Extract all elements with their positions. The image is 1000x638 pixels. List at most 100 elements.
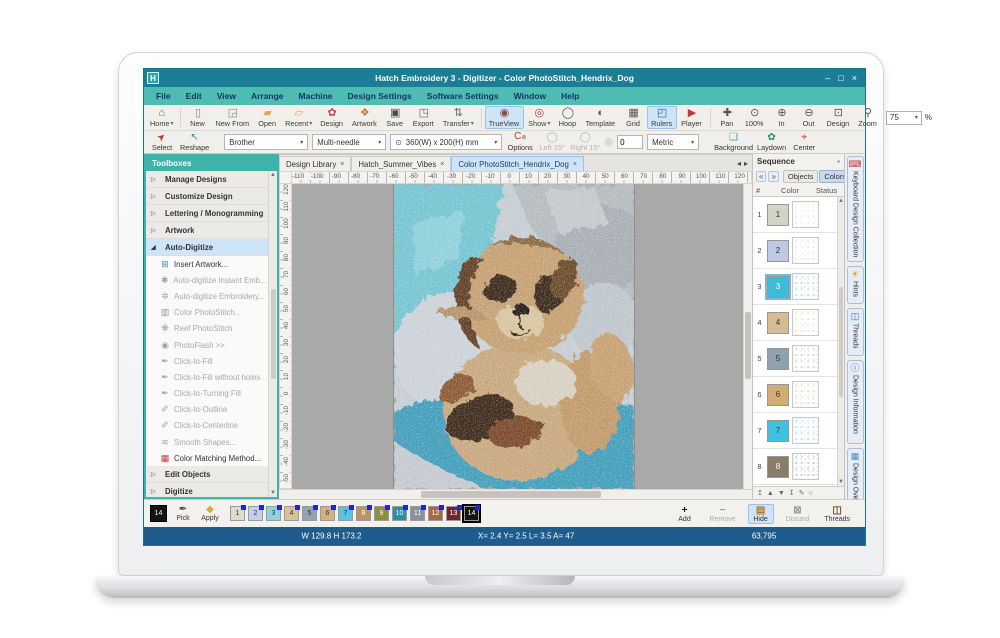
- docked-panel-tab[interactable]: ▦ Design Overview: [847, 448, 864, 499]
- scrollbar-thumb[interactable]: [839, 287, 843, 397]
- toolbar-button[interactable]: ◯ Hoop: [554, 106, 581, 129]
- center-button[interactable]: ⌖ Center: [790, 133, 818, 152]
- color-swatch[interactable]: 7: [767, 420, 789, 442]
- scroll-down-icon[interactable]: ▼: [838, 479, 844, 485]
- menu-item[interactable]: View: [217, 91, 236, 101]
- embroidery-design[interactable]: [394, 184, 634, 489]
- close-button[interactable]: ×: [852, 73, 857, 83]
- toolbar-button[interactable]: ⌂ Home▾: [146, 106, 177, 129]
- sequence-row[interactable]: 4 4: [753, 305, 837, 341]
- menu-item[interactable]: Window: [514, 91, 547, 101]
- sequence-row[interactable]: 5 5: [753, 341, 837, 377]
- scrollbar-thumb[interactable]: [271, 289, 276, 379]
- palette-swatch[interactable]: 8: [356, 506, 371, 521]
- document-tab[interactable]: Design Library ×: [279, 156, 351, 171]
- sequence-footer-button[interactable]: ▤ Hide: [748, 504, 774, 524]
- menu-item[interactable]: Edit: [186, 91, 202, 101]
- sequence-scrollbar[interactable]: ▲ ▼: [837, 197, 844, 486]
- sequence-footer-button[interactable]: − Remove: [707, 504, 739, 524]
- palette-swatch[interactable]: 11: [410, 506, 425, 521]
- scroll-up-icon[interactable]: ▲: [838, 198, 844, 204]
- toolbar-button[interactable]: ⊙ 100%: [741, 106, 769, 129]
- sidebar-scrollbar[interactable]: ▲ ▼: [268, 171, 277, 497]
- machine-type-select[interactable]: Multi-needle▾: [312, 134, 386, 150]
- document-tab[interactable]: Color PhotoStitch_Hendrix_Dog ×: [451, 156, 584, 171]
- object-thumbnail[interactable]: [792, 237, 819, 264]
- toolbox-item[interactable]: ✒ Click-to-Fill: [146, 353, 268, 369]
- close-icon[interactable]: ×: [340, 161, 344, 168]
- toolbox-item[interactable]: ▷ Customize Design: [146, 188, 268, 205]
- toolbar-button[interactable]: ▱ Recent▾: [281, 106, 316, 129]
- color-swatch[interactable]: 3: [767, 276, 789, 298]
- sequence-footer-button[interactable]: + Add: [672, 504, 698, 524]
- sequence-row[interactable]: 6 6: [753, 377, 837, 413]
- toolbox-item[interactable]: ▦ Color Matching Method...: [146, 450, 268, 466]
- palette-swatch[interactable]: 9: [374, 506, 389, 521]
- sequence-row[interactable]: 3 3: [753, 269, 837, 305]
- object-thumbnail[interactable]: [792, 273, 819, 300]
- toolbar-button[interactable]: ✚ Pan: [714, 106, 741, 129]
- toolbar-button[interactable]: ❖ Artwork: [348, 106, 382, 129]
- toolbar-button[interactable]: ⚲ Zoom: [854, 106, 882, 129]
- toolbar-button[interactable]: ◰ Rulers: [647, 106, 677, 129]
- toolbar-button[interactable]: ▣ Save: [382, 106, 409, 129]
- color-swatch[interactable]: 2: [767, 240, 789, 262]
- palette-swatch[interactable]: 13: [446, 506, 461, 521]
- toolbar-button[interactable]: ▶ Player: [677, 106, 707, 129]
- toolbar-button[interactable]: ◐ Template: [581, 106, 620, 129]
- sort-icon[interactable]: ▲: [767, 490, 774, 497]
- maximize-button[interactable]: □: [838, 73, 843, 83]
- sort-icon[interactable]: ○: [809, 490, 813, 497]
- rotate-right-button[interactable]: ◯ Right 15°: [570, 133, 600, 152]
- machine-brand-select[interactable]: Brother▾: [224, 134, 308, 150]
- options-button[interactable]: C⊚ Options: [506, 132, 534, 152]
- palette-swatch[interactable]: 14: [464, 506, 479, 521]
- sequence-row[interactable]: 7 7: [753, 413, 837, 449]
- palette-swatch[interactable]: 7: [338, 506, 353, 521]
- toolbox-item[interactable]: ✱ Auto-digitize Instant Embroi...: [146, 272, 268, 288]
- menu-item[interactable]: File: [156, 91, 171, 101]
- toolbar-button[interactable]: ▯ New: [184, 106, 211, 129]
- toolbar-button[interactable]: ⇅ Transfer▾: [439, 106, 478, 129]
- zoom-level-select[interactable]: 75 ▾: [886, 111, 922, 125]
- toolbar-button[interactable]: ◳ Export: [409, 106, 439, 129]
- toolbar-button[interactable]: ⊖ Out: [796, 106, 823, 129]
- sequence-footer-button[interactable]: ⊠ Discard: [783, 504, 813, 524]
- sort-icon[interactable]: ▼: [778, 490, 785, 497]
- toolbox-item[interactable]: ▷ Digitize: [146, 483, 268, 497]
- object-thumbnail[interactable]: [792, 201, 819, 228]
- units-select[interactable]: Metric▾: [647, 134, 699, 150]
- scrollbar-thumb[interactable]: [745, 312, 751, 379]
- palette-swatch[interactable]: 12: [428, 506, 443, 521]
- color-swatch[interactable]: 6: [767, 384, 789, 406]
- palette-swatch[interactable]: 4: [284, 506, 299, 521]
- document-tab[interactable]: Hatch_Summer_Vibes ×: [351, 156, 451, 171]
- object-thumbnail[interactable]: [792, 309, 819, 336]
- toolbox-item[interactable]: ✒ Click-to-Fill without holes: [146, 369, 268, 385]
- toolbar-button[interactable]: ⊡ Design: [823, 106, 855, 129]
- menu-item[interactable]: Software Settings: [427, 91, 499, 101]
- canvas-vertical-scrollbar[interactable]: [743, 184, 752, 489]
- docked-panel-tab[interactable]: ◫ Threads: [847, 308, 864, 356]
- toolbar-button[interactable]: ◉ TrueView: [485, 106, 524, 129]
- toolbar-button[interactable]: ◲ New From: [211, 106, 254, 129]
- palette-swatch[interactable]: 3: [266, 506, 281, 521]
- palette-swatch[interactable]: 5: [302, 506, 317, 521]
- palette-swatch[interactable]: 6: [320, 506, 335, 521]
- toolbox-item[interactable]: ▷ Manage Designs: [146, 171, 268, 188]
- sequence-footer-button[interactable]: ◫ Threads: [821, 504, 853, 524]
- object-thumbnail[interactable]: [792, 345, 819, 372]
- sequence-tab[interactable]: Objects: [783, 170, 818, 183]
- toolbar-button[interactable]: ⊕ In: [769, 106, 796, 129]
- current-color-swatch[interactable]: 14: [150, 505, 167, 522]
- pick-color-button[interactable]: ✒ Pick: [172, 505, 194, 522]
- object-thumbnail[interactable]: [792, 453, 819, 480]
- toolbox-item[interactable]: ✲ Auto-digitize Embroidery...: [146, 288, 268, 304]
- toolbox-item[interactable]: ✒ Click-to-Turning Fill: [146, 386, 268, 402]
- toolbox-item[interactable]: ❋ Reef PhotoStitch: [146, 321, 268, 337]
- design-canvas[interactable]: [292, 184, 743, 489]
- scrollbar-thumb[interactable]: [421, 491, 601, 498]
- menu-item[interactable]: Machine: [299, 91, 333, 101]
- palette-swatch[interactable]: 1: [230, 506, 245, 521]
- tab-scroll-right-icon[interactable]: ▸: [744, 159, 748, 168]
